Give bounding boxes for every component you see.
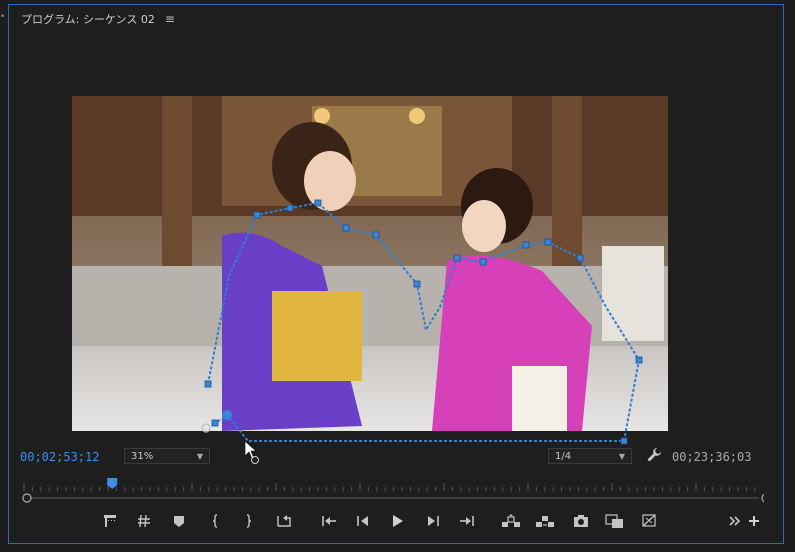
panel-title: プログラム: シーケンス 02	[21, 13, 155, 26]
step-forward-icon[interactable]	[422, 510, 444, 532]
panel-tab[interactable]: プログラム: シーケンス 02 ≡	[21, 11, 175, 27]
out-point-handle[interactable]	[761, 493, 764, 503]
play-icon[interactable]	[386, 510, 408, 532]
mark-in-bracket-icon[interactable]	[205, 510, 227, 532]
add-button-icon[interactable]	[743, 510, 765, 532]
mark-in-icon[interactable]	[133, 510, 155, 532]
add-marker-icon[interactable]	[99, 510, 121, 532]
hamburger-menu-icon[interactable]: ≡	[165, 12, 175, 26]
extract-icon[interactable]	[534, 510, 556, 532]
resolution-value: 1/4	[555, 450, 572, 462]
adjacent-panel-edge: •	[0, 12, 6, 22]
video-frame-image	[72, 96, 668, 431]
chevron-down-icon: ▼	[618, 451, 625, 461]
go-to-out-icon[interactable]	[456, 510, 478, 532]
comparison-view-icon[interactable]	[604, 510, 626, 532]
zoom-level-dropdown[interactable]: 31% ▼	[124, 448, 210, 464]
chevron-down-icon: ▼	[196, 451, 203, 461]
lift-icon[interactable]	[500, 510, 522, 532]
transport-controls	[0, 510, 795, 536]
step-back-icon[interactable]	[352, 510, 374, 532]
wrench-settings-icon[interactable]	[646, 447, 662, 463]
ruler-ticks	[23, 483, 756, 491]
timeline-ruler[interactable]	[14, 478, 764, 508]
playhead[interactable]	[107, 478, 118, 489]
export-frame-icon[interactable]	[570, 510, 592, 532]
proxy-toggle-icon[interactable]	[639, 510, 661, 532]
in-point-handle[interactable]	[22, 493, 32, 503]
go-to-in-icon[interactable]	[318, 510, 340, 532]
current-timecode[interactable]: 00;02;53;12	[20, 450, 99, 464]
mark-out-bracket-icon[interactable]	[237, 510, 259, 532]
duration-timecode: 00;23;36;03	[672, 450, 752, 464]
marker-icon[interactable]	[168, 510, 190, 532]
zoom-level-value: 31%	[131, 450, 154, 462]
program-video-frame[interactable]	[72, 96, 668, 431]
go-to-in-clip-icon[interactable]	[273, 510, 295, 532]
playback-resolution-dropdown[interactable]: 1/4 ▼	[548, 448, 632, 464]
